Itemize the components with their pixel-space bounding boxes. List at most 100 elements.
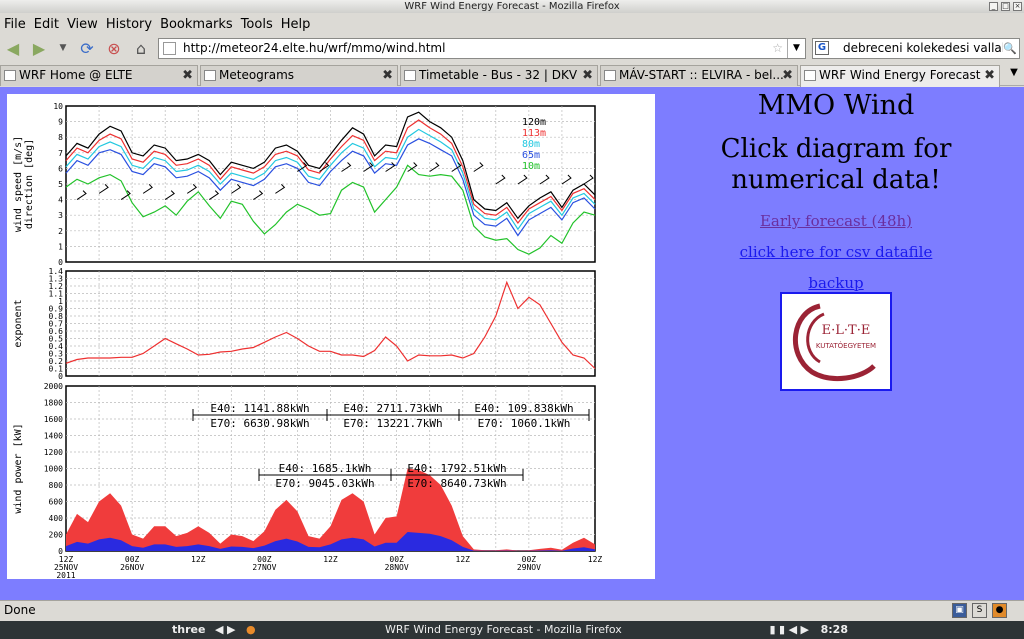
logo-subtext: KUTATÓEGYETEM (816, 341, 876, 350)
tab-wrf-wind-energy[interactable]: WRF Wind Energy Forecast ✖ (800, 65, 1000, 87)
close-tab-icon[interactable]: ✖ (582, 66, 593, 85)
bookmark-star-icon[interactable]: ☆ (772, 39, 783, 58)
y-tick-label: 1 (58, 242, 63, 251)
legend-entry-80m: 80m (522, 139, 540, 150)
minimize-icon[interactable]: _ (989, 2, 998, 11)
tab-mav-start[interactable]: MÁV-START :: ELVIRA - bel... ✖ (600, 65, 798, 86)
annotation-label: E40: 1141.88kWh (210, 402, 309, 415)
close-tab-icon[interactable]: ✖ (984, 66, 995, 85)
close-tab-icon[interactable]: ✖ (382, 66, 393, 85)
x-tick-label: 12Z (191, 555, 206, 564)
wind-chart-svg[interactable]: 0 1 2 3 4 5 6 7 8 9 10 wind speed [m/s] direction [d… (7, 94, 655, 579)
y-tick-label: 1.4 (49, 267, 64, 276)
menu-tools[interactable]: Tools (237, 17, 277, 32)
tray-icons[interactable]: ▮ ▮ ◀ ▶ (769, 621, 809, 639)
tab-meteograms[interactable]: Meteograms ✖ (200, 65, 398, 86)
y-tick-label: 4 (58, 196, 63, 205)
workspace-arrows-icon[interactable]: ◀ ▶ (215, 621, 235, 639)
csv-datafile-link[interactable]: click here for csv datafile (668, 237, 1004, 268)
y-tick-label: 8 (58, 133, 63, 142)
elte-logo[interactable]: E·L·T·E KUTATÓEGYETEM (780, 292, 892, 391)
legend-entry-113m: 113m (522, 128, 546, 139)
history-dropdown-icon[interactable]: ▼ (52, 37, 74, 59)
y-tick-label: 10 (53, 102, 63, 111)
back-icon[interactable]: ◀ (2, 37, 24, 59)
logo-text: E·L·T·E (822, 323, 871, 338)
tab-wrf-home[interactable]: WRF Home @ ELTE ✖ (0, 65, 198, 86)
y-tick-label: 6 (58, 164, 63, 173)
y-tick-label: 1000 (44, 465, 63, 474)
tab-label: WRF Home @ ELTE (19, 68, 133, 82)
y-tick-label: 1200 (44, 448, 63, 457)
tab-label: Meteograms (219, 68, 295, 82)
annotation-label: E40: 2711.73kWh (343, 402, 442, 415)
menu-file[interactable]: File (0, 17, 30, 32)
menu-bar: File Edit View History Bookmarks Tools H… (0, 14, 1024, 34)
annotation-label: E70: 1060.1kWh (478, 417, 571, 430)
maximize-icon[interactable]: □ (1001, 2, 1010, 11)
y-tick-label: 3 (58, 211, 63, 220)
wind-diagram[interactable]: 0 1 2 3 4 5 6 7 8 9 10 wind speed [m/s] direction [d… (7, 94, 655, 579)
y-tick-label: 5 (58, 180, 63, 189)
y-axis-label: wind speed [m/s] (13, 136, 24, 232)
close-tab-icon[interactable]: ✖ (182, 66, 193, 85)
x-tick-label: 12Z (588, 555, 603, 564)
forward-icon[interactable]: ▶ (28, 37, 50, 59)
search-icon[interactable]: 🔍 (1003, 39, 1017, 58)
y-tick-label: 7 (58, 149, 63, 158)
navigation-toolbar: ◀ ▶ ▼ ⟳ ⊗ ⌂ http://meteor24.elte.hu/wrf/… (0, 35, 1024, 62)
legend-entry-10m: 10m (522, 161, 540, 172)
x-tick-label: 27NOV (252, 563, 276, 572)
y-tick-label: 2 (58, 227, 63, 236)
tab-label: Timetable - Bus - 32 | DKV (419, 68, 578, 82)
close-tab-icon[interactable]: ✖ (782, 66, 793, 85)
url-bar[interactable]: http://meteor24.elte.hu/wrf/mmo/wind.htm… (158, 38, 806, 59)
y-tick-label: 1600 (44, 415, 63, 424)
elte-logo-graphic: E·L·T·E KUTATÓEGYETEM (792, 303, 876, 381)
y-tick-label: 600 (49, 498, 64, 507)
early-forecast-link[interactable]: Early forecast (48h) (668, 206, 1004, 237)
tab-favicon-icon (4, 70, 16, 81)
reload-icon[interactable]: ⟳ (76, 37, 98, 59)
workspace-name[interactable]: three (172, 621, 205, 639)
annotation-label: E40: 1792.51kWh (407, 462, 506, 475)
instruction-line-1: Click diagram for (720, 134, 952, 164)
menu-history[interactable]: History (102, 17, 156, 32)
annotation-label: E40: 1685.1kWh (279, 462, 372, 475)
addon-icon[interactable]: ▣ (952, 603, 967, 618)
task-title[interactable]: WRF Wind Energy Forecast - Mozilla Firef… (385, 621, 622, 639)
x-tick-label: 28NOV (385, 563, 409, 572)
y-axis-label: exponent (13, 299, 24, 347)
annotation-label: E70: 8640.73kWh (407, 477, 506, 490)
x-tick-label: 2011 (56, 571, 75, 579)
annotation-label: E70: 9045.03kWh (275, 477, 374, 490)
search-input[interactable]: G debreceni kolekedesi vallalat 🔍 (812, 38, 1020, 59)
window-title: WRF Wind Energy Forecast - Mozilla Firef… (404, 1, 620, 12)
url-dropdown-icon[interactable]: ▼ (787, 39, 805, 58)
tab-favicon-icon (404, 70, 416, 81)
x-tick-label: 26NOV (120, 563, 144, 572)
firebug-icon[interactable]: ● (992, 603, 1007, 618)
menu-bookmarks[interactable]: Bookmarks (156, 17, 237, 32)
search-engine-icon[interactable]: G (815, 41, 829, 55)
tab-list-icon[interactable]: ▼ (1006, 67, 1022, 83)
legend-entry-65m: 65m (522, 150, 540, 161)
menu-help[interactable]: Help (277, 17, 315, 32)
home-icon[interactable]: ⌂ (130, 37, 152, 59)
s-addon-icon[interactable]: S (972, 603, 987, 618)
tab-timetable[interactable]: Timetable - Bus - 32 | DKV ✖ (400, 65, 598, 86)
menu-view[interactable]: View (63, 17, 102, 32)
close-window-icon[interactable]: × (1013, 2, 1022, 11)
y-axis-label: wind power [kW] (13, 423, 24, 513)
site-favicon-icon (163, 42, 176, 55)
stop-icon[interactable]: ⊗ (103, 37, 125, 59)
x-tick-label: 12Z (323, 555, 338, 564)
menu-edit[interactable]: Edit (30, 17, 63, 32)
tab-bar: WRF Home @ ELTE ✖ Meteograms ✖ Timetable… (0, 64, 1024, 87)
y-tick-label: 1400 (44, 432, 63, 441)
tab-label: WRF Wind Energy Forecast (819, 68, 981, 82)
firefox-task-icon[interactable]: ● (246, 621, 256, 639)
tab-label: MÁV-START :: ELVIRA - bel... (619, 68, 784, 82)
status-text: Done (4, 603, 36, 617)
system-taskbar: three ◀ ▶ ● WRF Wind Energy Forecast - M… (0, 621, 1024, 639)
